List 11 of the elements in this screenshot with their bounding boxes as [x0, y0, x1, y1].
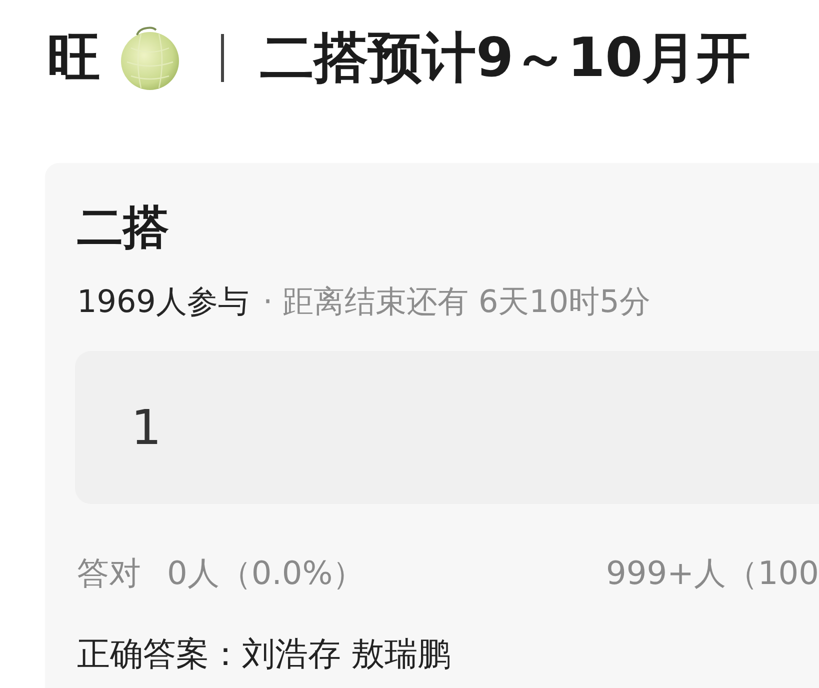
poll-option[interactable]: 1: [75, 351, 819, 504]
title-prefix: 旺: [47, 26, 101, 90]
correct-answer: 正确答案：刘浩存 敖瑞鹏: [77, 633, 450, 674]
correct-count: 0人（0.0%）: [167, 553, 365, 594]
stat-label: 答对: [77, 553, 141, 594]
time-remaining: · 距离结束还有 6天10时5分: [262, 283, 650, 322]
melon-icon: [119, 26, 181, 90]
participant-count: 1969人参与: [77, 283, 249, 322]
vote-count: 999+人（100: [606, 553, 819, 594]
page-title: 二搭预计9～10月开: [260, 26, 751, 90]
poll-title: 二搭: [77, 200, 169, 256]
